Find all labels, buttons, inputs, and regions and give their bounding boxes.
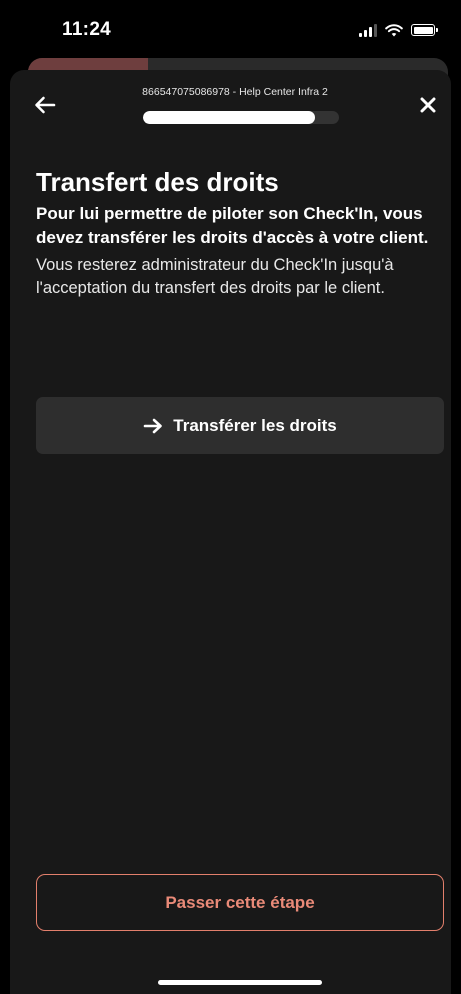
skip-step-label: Passer cette étape bbox=[165, 892, 315, 912]
close-button[interactable] bbox=[413, 90, 443, 120]
arrow-right-icon bbox=[143, 418, 163, 433]
transfer-rights-label: Transférer les droits bbox=[173, 415, 337, 435]
skip-step-button[interactable]: Passer cette étape bbox=[36, 874, 444, 931]
content: Transfert des droits Pour lui permettre … bbox=[36, 166, 446, 300]
home-indicator[interactable] bbox=[158, 980, 322, 985]
lead-text: Pour lui permettre de piloter son Check'… bbox=[36, 204, 429, 247]
back-button[interactable] bbox=[30, 90, 60, 120]
battery-icon bbox=[411, 24, 438, 36]
sheet-header: 866547075086978 - Help Center Infra 2 bbox=[10, 70, 451, 140]
page-title: Transfert des droits bbox=[36, 167, 279, 197]
screen: 11:24 866547075086978 - Help Center Infr… bbox=[0, 0, 461, 994]
progress-fill bbox=[143, 111, 316, 124]
transfer-rights-button[interactable]: Transférer les droits bbox=[36, 397, 444, 454]
arrow-left-icon bbox=[35, 96, 56, 114]
status-icons bbox=[359, 23, 438, 37]
body-text: Vous resterez administrateur du Check'In… bbox=[36, 256, 394, 297]
status-bar: 11:24 bbox=[0, 0, 461, 60]
wifi-icon bbox=[385, 23, 403, 36]
signal-icon bbox=[359, 23, 377, 37]
header-title: 866547075086978 - Help Center Infra 2 bbox=[142, 86, 328, 98]
status-time: 11:24 bbox=[62, 19, 112, 40]
progress-bar bbox=[143, 111, 339, 124]
modal-sheet: 866547075086978 - Help Center Infra 2 Tr… bbox=[10, 70, 451, 994]
close-icon bbox=[420, 97, 436, 113]
